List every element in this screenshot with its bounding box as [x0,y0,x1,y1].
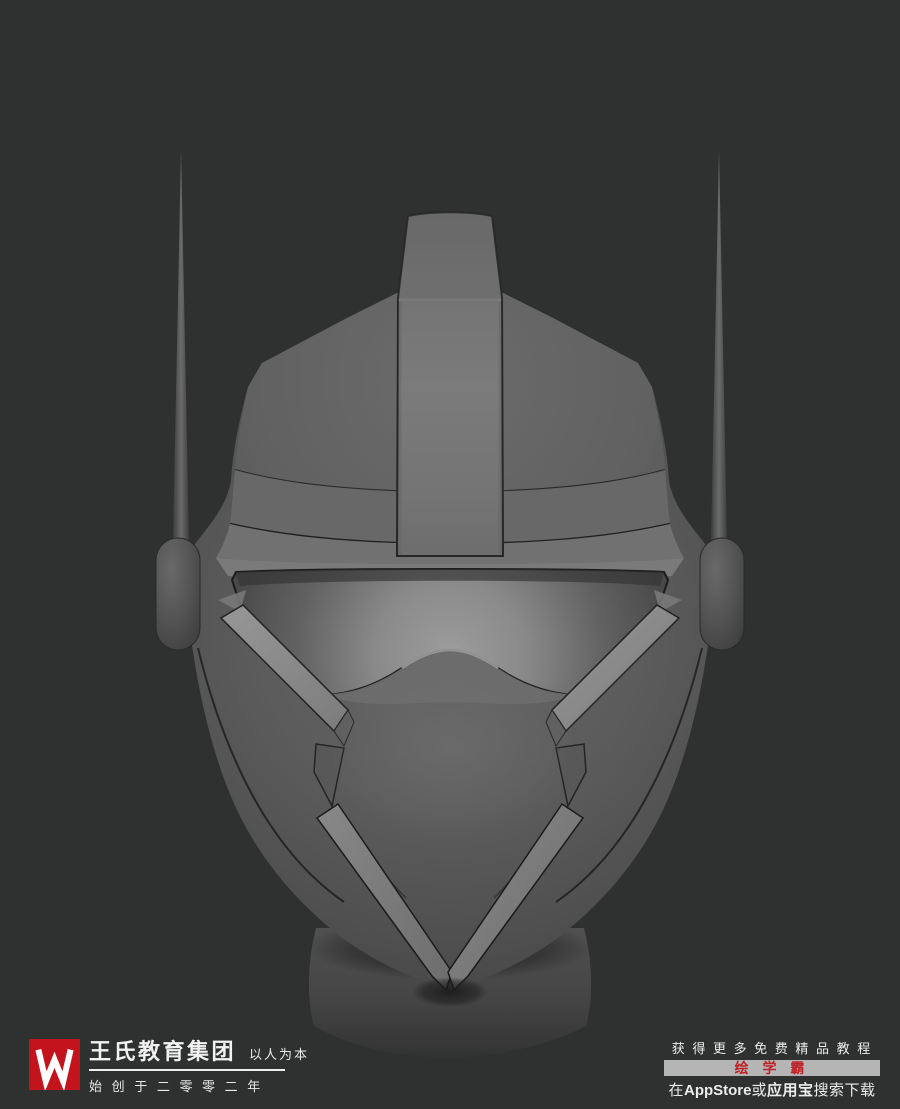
brand-divider [89,1069,285,1071]
promo-appstore: AppStore [683,1082,752,1099]
promo-prefix: 在 [668,1082,684,1099]
brand-watermark: 王氏教育集团 以人为本 始 创 于 二 零 零 二 年 [29,1039,309,1095]
promo-suffix: 搜索下载 [813,1082,876,1099]
helmet-render [0,0,900,1109]
viewport: 王氏教育集团 以人为本 始 创 于 二 零 零 二 年 获 得 更 多 免 费 … [0,0,900,1109]
promo-line3: 在AppStore或应用宝搜索下载 [664,1079,880,1100]
ear-pod-left [155,537,201,651]
crest-top-face [398,212,502,298]
promo-mid: 或 [751,1082,767,1099]
wangshi-w-logo-icon [29,1039,80,1090]
face-highlight [325,656,575,840]
brand-name: 王氏教育集团 [89,1039,237,1064]
brand-tagline: 始 创 于 二 零 零 二 年 [89,1079,264,1094]
huixueba-badge: 绘 学 霸 [664,1060,880,1076]
promo-appbao: 应用宝 [767,1082,814,1099]
brand-slogan: 以人为本 [249,1047,310,1062]
promo-line1: 获 得 更 多 免 费 精 品 教 程 [671,1041,873,1056]
ear-pod-right [699,537,745,651]
chin-point-shadow [412,977,488,1007]
promo-watermark: 获 得 更 多 免 费 精 品 教 程 绘 学 霸 在AppStore或应用宝搜… [664,1038,880,1100]
